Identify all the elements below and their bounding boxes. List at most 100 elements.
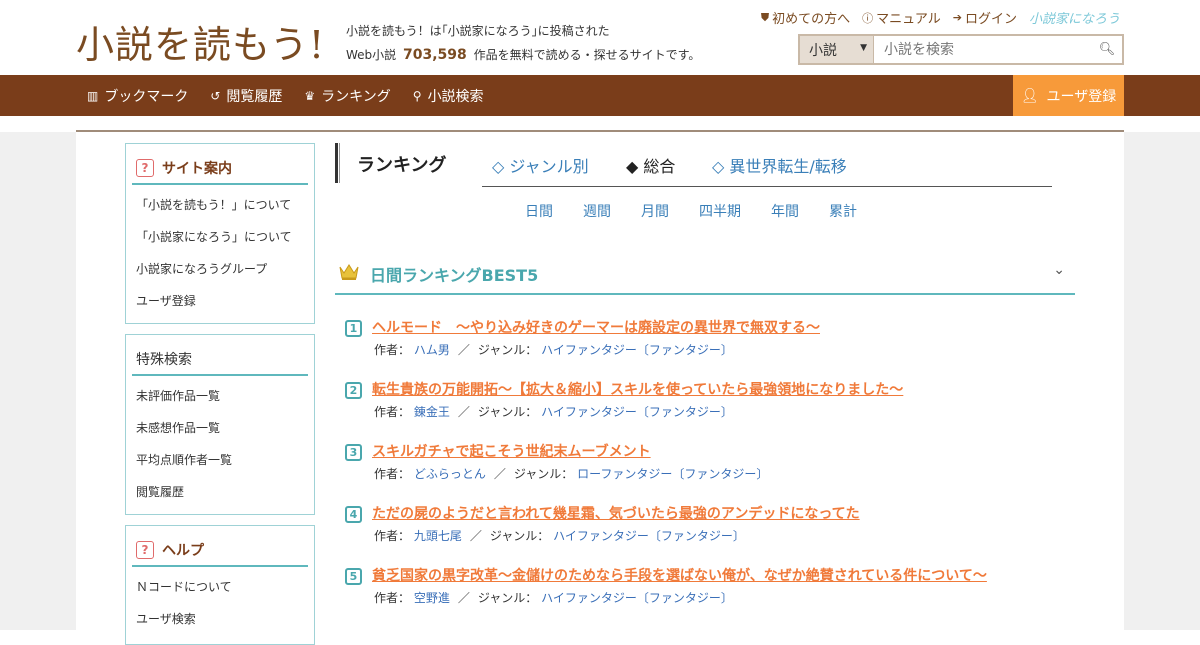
author-link[interactable]: ハム男: [414, 343, 450, 357]
tab-underline: [482, 186, 1052, 187]
rank-number-badge: 5: [345, 568, 362, 585]
author-link[interactable]: 空野進: [414, 591, 450, 605]
sidebar-item-average-authors[interactable]: 平均点順作者一覧: [136, 444, 314, 476]
genre-link[interactable]: ハイファンタジー〔ファンタジー〕: [553, 529, 745, 543]
rank-number-badge: 3: [345, 444, 362, 461]
search-input[interactable]: [874, 36, 1092, 63]
ranking-item: 2 転生貴族の万能開拓～【拡大＆縮小】スキルを使っていたら最強領地になりました～ 作…: [345, 379, 1075, 441]
narou-logo[interactable]: 小説家になろう: [1029, 8, 1120, 27]
novel-meta: 作者： 空野進 ／ ジャンル： ハイファンタジー〔ファンタジー〕: [374, 589, 733, 606]
nav-ranking-label: ランキング: [321, 88, 391, 105]
sidebar-item-no-review[interactable]: 未感想作品一覧: [136, 412, 314, 444]
search-button[interactable]: 🔍︎: [1092, 36, 1122, 63]
login-icon: ➔: [952, 11, 962, 24]
sidebar-help-title-text: ヘルプ: [162, 542, 204, 559]
sidebar-special-title: 特殊検索: [132, 343, 308, 376]
novel-title-link[interactable]: ヘルモード ～やり込み好きのゲーマーは廃設定の異世界で無双する～: [372, 317, 820, 337]
period-links: 日間 週間 月間 四半期 年間 累計: [525, 201, 857, 221]
genre-link[interactable]: ハイファンタジー〔ファンタジー〕: [541, 591, 733, 605]
author-label: 作者：: [374, 529, 411, 543]
novel-title-link[interactable]: 貧乏国家の黒字改革〜金儲けのためなら手段を選ばない俺が、なぜか絶賛されている件に…: [372, 565, 987, 585]
tab-genre[interactable]: ◇ ジャンル別: [492, 153, 589, 177]
period-quarterly[interactable]: 四半期: [699, 201, 741, 221]
rank-number-badge: 2: [345, 382, 362, 399]
genre-label: ジャンル：: [489, 529, 550, 543]
sidebar-item-about-yomou[interactable]: 「小説を読もう！」について: [136, 189, 314, 221]
beginners-label: 初めての方へ: [772, 12, 851, 27]
author-link[interactable]: どふらっとん: [414, 467, 486, 481]
site-tagline: 小説を読もう！は｢小説家になろう｣に投稿された Web小説 703,598 作品…: [346, 19, 700, 67]
nav-ranking[interactable]: ♛ ランキング: [304, 86, 390, 106]
nav-bookmark-label: ブックマーク: [104, 88, 189, 105]
sidebar-item-about-narou[interactable]: 「小説家になろう」について: [136, 221, 314, 253]
sidebar-guide: ? サイト案内 「小説を読もう！」について 「小説家になろう」について 小説家にな…: [125, 143, 315, 324]
genre-link[interactable]: ローファンタジー〔ファンタジー〕: [577, 467, 768, 481]
sidebar-item-history[interactable]: 閲覧履歴: [136, 476, 314, 508]
question-icon: ?: [136, 540, 154, 559]
period-yearly[interactable]: 年間: [771, 201, 799, 221]
author-link[interactable]: 九頭七尾: [414, 529, 462, 543]
sidebar-help-title: ? ヘルプ: [132, 534, 308, 567]
sidebar-item-ncode[interactable]: Ｎコードについて: [136, 571, 314, 603]
history-icon: ↺: [210, 88, 221, 103]
site-logo[interactable]: 小説を読もう!: [76, 14, 325, 69]
genre-label: ジャンル：: [477, 343, 538, 357]
sidebar-guide-title: ? サイト案内: [132, 152, 308, 185]
manual-label: マニュアル: [876, 12, 941, 27]
period-daily[interactable]: 日間: [525, 201, 553, 221]
manual-link[interactable]: ⓘ マニュアル: [862, 8, 941, 28]
nav-search-label: 小説検索: [427, 88, 484, 105]
novel-meta: 作者： どふらっとん ／ ジャンル： ローファンタジー〔ファンタジー〕: [374, 465, 768, 482]
heading-bar-thin: [339, 143, 340, 183]
novel-title-link[interactable]: ただの屍のようだと言われて幾星霜、気づいたら最強のアンデッドになってた: [372, 503, 860, 523]
register-label: ユーザ登録: [1046, 88, 1117, 105]
tagline-suffix: 作品を無料で読める・探せるサイトです。: [473, 48, 701, 62]
crown-icon: ♛: [304, 88, 316, 103]
sidebar-guide-title-text: サイト案内: [162, 160, 232, 177]
nav-history[interactable]: ↺ 閲覧履歴: [210, 86, 282, 106]
search-type-select[interactable]: 小説 ▼: [800, 36, 874, 63]
nav-search[interactable]: ⚲ 小説検索: [413, 86, 484, 106]
period-monthly[interactable]: 月間: [641, 201, 669, 221]
search-icon: 🔍︎: [1098, 42, 1116, 57]
sidebar-item-user-search[interactable]: ユーザ検索: [136, 603, 314, 635]
genre-link[interactable]: ハイファンタジー〔ファンタジー〕: [541, 405, 733, 419]
period-total[interactable]: 累計: [829, 201, 857, 221]
rank-number-badge: 4: [345, 506, 362, 523]
novel-count: 703,598: [403, 47, 467, 63]
nav-bookmark[interactable]: ▥ ブックマーク: [87, 86, 188, 106]
genre-link[interactable]: ハイファンタジー〔ファンタジー〕: [541, 343, 733, 357]
tab-isekai[interactable]: ◇ 異世界転生/転移: [712, 153, 847, 177]
crown-icon: [339, 264, 359, 280]
genre-label: ジャンル：: [513, 467, 574, 481]
sidebar-item-unrated[interactable]: 未評価作品一覧: [136, 380, 314, 412]
meta-separator: ／: [457, 591, 470, 605]
novel-title-link[interactable]: 転生貴族の万能開拓～【拡大＆縮小】スキルを使っていたら最強領地になりました～: [372, 379, 903, 399]
novel-title-link[interactable]: スキルガチャで起こそう世紀末ムーブメント: [372, 441, 651, 461]
meta-separator: ／: [457, 405, 470, 419]
tagline-line1: 小説を読もう！は｢小説家になろう｣に投稿された: [346, 24, 610, 38]
sidebar-item-register[interactable]: ユーザ登録: [136, 285, 314, 317]
sidebar-item-narou-group[interactable]: 小説家になろうグループ: [136, 253, 314, 285]
rank-number-badge: 1: [345, 320, 362, 337]
question-icon: ?: [136, 158, 154, 177]
genre-label: ジャンル：: [477, 591, 538, 605]
user-icon: 👤︎: [1020, 87, 1039, 104]
heading-bar: [335, 143, 338, 183]
login-link[interactable]: ➔ ログイン: [953, 8, 1017, 27]
chevron-down-icon[interactable]: ⌄: [1053, 262, 1065, 278]
author-label: 作者：: [374, 591, 411, 605]
sidebar-help: ? ヘルプ Ｎコードについて ユーザ検索: [125, 525, 315, 645]
ranking-item: 1 ヘルモード ～やり込み好きのゲーマーは廃設定の異世界で無双する～ 作者： ハム男…: [345, 317, 1075, 379]
ranking-item: 5 貧乏国家の黒字改革〜金儲けのためなら手段を選ばない俺が、なぜか絶賛されている件…: [345, 565, 1075, 627]
author-link[interactable]: 錬金王: [414, 405, 450, 419]
ranking-list: 1 ヘルモード ～やり込み好きのゲーマーは廃設定の異世界で無双する～ 作者： ハム男…: [345, 317, 1075, 627]
period-weekly[interactable]: 週間: [583, 201, 611, 221]
best5-header[interactable]: 日間ランキングBEST5 ⌄: [335, 253, 1075, 295]
register-button[interactable]: 👤︎ ユーザ登録: [1013, 75, 1124, 116]
bookmark-icon: ▥: [87, 88, 99, 103]
beginners-link[interactable]: ⛊ 初めての方へ: [761, 8, 851, 28]
tab-overall[interactable]: ◆ 総合: [626, 153, 675, 177]
search-type-value: 小説: [809, 42, 837, 59]
page-background-left: [0, 132, 76, 630]
